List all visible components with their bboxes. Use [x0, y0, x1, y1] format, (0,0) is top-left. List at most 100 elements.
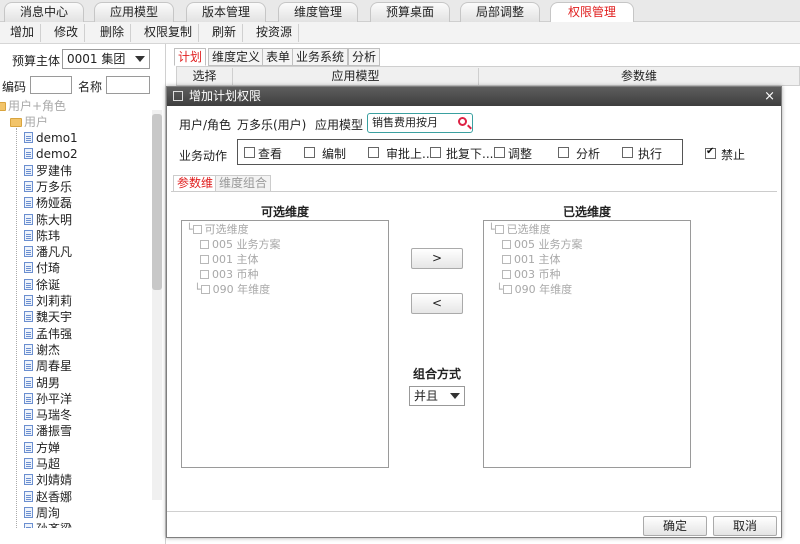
close-icon[interactable]: × — [764, 87, 775, 106]
available-dim-item[interactable]: 003 币种 — [200, 268, 259, 282]
user-role-value: 万多乐(用户) — [237, 118, 307, 132]
combine-mode-select[interactable]: 并且 — [409, 386, 465, 406]
action-edit-checkbox[interactable] — [304, 147, 315, 158]
action-adjust-checkbox[interactable] — [494, 147, 505, 158]
selected-dim-item[interactable]: 003 币种 — [502, 268, 561, 282]
by-resource-button[interactable]: 按资源 — [250, 24, 300, 42]
tree-user-label: 潘凡凡 — [36, 245, 73, 260]
tree-user-item[interactable]: 罗建伟 — [24, 163, 72, 179]
available-dim-item[interactable]: 001 主体 — [200, 253, 259, 267]
name-label: 名称 — [78, 80, 103, 94]
tree-user-item[interactable]: 周洵 — [24, 505, 60, 521]
refresh-button[interactable]: 刷新 — [206, 24, 244, 42]
tree-user-item[interactable]: 胡男 — [24, 375, 60, 391]
tab-dimension-mgmt[interactable]: 维度管理 — [278, 2, 358, 22]
code-input[interactable] — [30, 76, 72, 94]
app-model-input[interactable]: 销售费用按月 — [367, 113, 473, 133]
tree-user-item[interactable]: 万多乐 — [24, 179, 72, 195]
add-button[interactable]: 增加 — [4, 24, 42, 42]
tree-user-item[interactable]: 马瑞冬 — [24, 407, 72, 423]
tree-checkbox[interactable] — [502, 255, 511, 264]
name-input[interactable] — [106, 76, 150, 94]
action-approve-up-checkbox[interactable] — [368, 147, 379, 158]
tree-user-item[interactable]: 魏天宇 — [24, 309, 72, 325]
selected-dim-item[interactable]: └ 090 年维度 — [496, 283, 572, 297]
tree-user-item[interactable]: 赵香娜 — [24, 489, 72, 505]
modify-button[interactable]: 修改 — [48, 24, 86, 42]
action-reply-down-checkbox[interactable] — [430, 147, 441, 158]
tree-checkbox[interactable] — [192, 225, 202, 234]
tree-root-node[interactable]: 用户+角色 — [0, 98, 66, 114]
tree-user-item[interactable]: 谢杰 — [24, 342, 60, 358]
tree-checkbox[interactable] — [494, 225, 504, 234]
copy-permission-button[interactable]: 权限复制 — [138, 24, 200, 42]
tab-dimension-definition[interactable]: 维度定义 — [208, 48, 265, 66]
action-view-checkbox[interactable] — [244, 147, 255, 158]
action-execute-checkbox[interactable] — [622, 147, 633, 158]
tab-budget-desktop[interactable]: 预算桌面 — [370, 2, 450, 22]
move-right-button[interactable]: > — [411, 248, 463, 269]
cancel-button[interactable]: 取消 — [713, 516, 777, 536]
tree-user-item[interactable]: 方婵 — [24, 440, 60, 456]
dialog-titlebar[interactable]: 增加计划权限 × — [167, 87, 781, 106]
selected-dims-list[interactable]: └ 已选维度 005 业务方案 001 主体 003 币种 └ 090 年维度 — [483, 220, 691, 468]
combine-mode-label: 组合方式 — [413, 367, 462, 381]
tab-business-system[interactable]: 业务系统 — [292, 48, 349, 66]
tree-user-item[interactable]: 徐诞 — [24, 277, 60, 293]
selected-dim-item[interactable]: 005 业务方案 — [502, 238, 583, 252]
available-dims-list[interactable]: └ 可选维度 005 业务方案 001 主体 003 币种 └ 090 年维度 — [181, 220, 389, 468]
ban-checkbox[interactable] — [705, 146, 716, 159]
tab-analysis[interactable]: 分析 — [348, 48, 381, 66]
tree-user-item[interactable]: 刘莉莉 — [24, 293, 72, 309]
tree-checkbox[interactable] — [502, 285, 512, 294]
tree-user-item[interactable]: 孟伟强 — [24, 326, 72, 342]
tree-checkbox[interactable] — [502, 270, 511, 279]
tree-user-item[interactable]: 周春星 — [24, 358, 72, 374]
tree-user-item[interactable]: 付琦 — [24, 260, 60, 276]
tree-user-item[interactable]: 马超 — [24, 456, 60, 472]
delete-button[interactable]: 删除 — [94, 24, 132, 42]
tab-message-center[interactable]: 消息中心 — [4, 2, 84, 22]
available-dim-item[interactable]: 005 业务方案 — [200, 238, 281, 252]
tree-checkbox[interactable] — [200, 285, 210, 294]
tab-app-model[interactable]: 应用模型 — [94, 2, 174, 22]
tab-param-dimension[interactable]: 参数维 — [173, 175, 218, 192]
tree-user-item[interactable]: 陈玮 — [24, 228, 60, 244]
tree-user-item[interactable]: 孙齐梁 — [24, 521, 72, 528]
tab-form[interactable]: 表单 — [262, 48, 295, 66]
action-analyze-checkbox[interactable] — [558, 147, 569, 158]
search-icon[interactable] — [458, 117, 467, 126]
tree-user-item[interactable]: demo1 — [24, 130, 78, 146]
tree-user-item[interactable]: 孙平洋 — [24, 391, 72, 407]
tree-user-item[interactable]: 潘振雪 — [24, 423, 72, 439]
tab-local-adjust[interactable]: 局部调整 — [460, 2, 540, 22]
budget-entity-select[interactable]: 0001 集团 — [62, 49, 150, 69]
available-dim-item[interactable]: └ 090 年维度 — [194, 283, 270, 297]
permission-grid-header: 选择 应用模型 参数维 — [176, 66, 800, 86]
tab-permission-mgmt[interactable]: 权限管理 — [550, 2, 634, 23]
move-left-button[interactable]: < — [411, 293, 463, 314]
tab-version-mgmt[interactable]: 版本管理 — [186, 2, 266, 22]
selected-dim-item[interactable]: 001 主体 — [502, 253, 561, 267]
user-doc-icon — [24, 523, 33, 528]
subtab-divider — [171, 191, 777, 192]
tree-user-item[interactable]: 杨娅磊 — [24, 195, 72, 211]
tab-plan[interactable]: 计划 — [174, 48, 207, 66]
tree-user-label: 胡男 — [36, 375, 61, 390]
tab-dimension-combination[interactable]: 维度组合 — [215, 175, 272, 192]
tree-user-item[interactable]: 陈大明 — [24, 212, 72, 228]
tree-user-item[interactable]: demo2 — [24, 146, 78, 162]
tree-checkbox[interactable] — [200, 255, 209, 264]
tree-checkbox[interactable] — [200, 270, 209, 279]
user-doc-icon — [24, 474, 33, 486]
tree-user-item[interactable]: 潘凡凡 — [24, 244, 72, 260]
tree-user-item[interactable]: 刘婧婧 — [24, 472, 72, 488]
business-action-label: 业务动作 — [179, 149, 228, 163]
tree-checkbox[interactable] — [200, 240, 209, 249]
tree-scrollbar-thumb[interactable] — [152, 114, 162, 290]
available-root-item[interactable]: └ 可选维度 — [186, 223, 249, 237]
selected-root-item[interactable]: └ 已选维度 — [488, 223, 551, 237]
tree-user-label: 付琦 — [36, 261, 61, 276]
tree-checkbox[interactable] — [502, 240, 511, 249]
ok-button[interactable]: 确定 — [643, 516, 707, 536]
